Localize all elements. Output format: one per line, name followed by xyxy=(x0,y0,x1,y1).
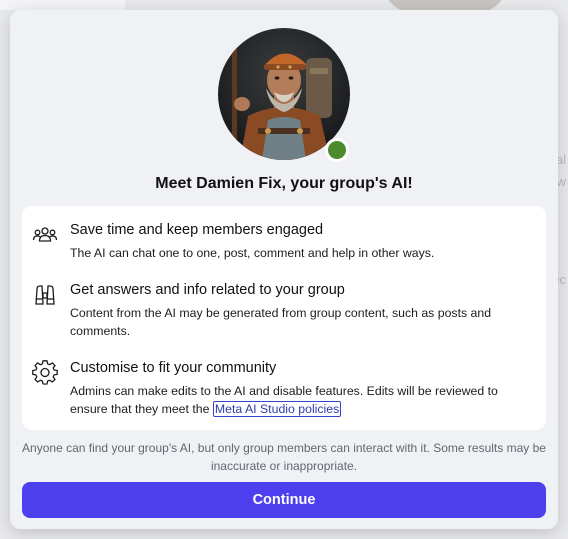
dialog-title: Meet Damien Fix, your group's AI! xyxy=(155,175,413,192)
feature-title: Get answers and info related to your gro… xyxy=(70,282,345,298)
gear-icon xyxy=(32,360,58,386)
feature-description: Content from the AI may be generated fro… xyxy=(70,306,492,338)
ai-avatar xyxy=(218,28,350,162)
online-status-dot xyxy=(325,138,349,162)
ai-intro-dialog: Meet Damien Fix, your group's AI! Save t… xyxy=(10,10,558,529)
binoculars-icon xyxy=(32,282,58,308)
meta-ai-studio-policies-link[interactable]: Meta AI Studio policies xyxy=(212,401,342,417)
feature-description: Admins can make edits to the AI and disa… xyxy=(70,382,530,418)
feature-title: Save time and keep members engaged xyxy=(70,222,324,238)
background-panel xyxy=(0,0,125,10)
features-card: Save time and keep members engaged The A… xyxy=(22,206,546,430)
feature-title: Customise to fit your community xyxy=(70,360,277,376)
continue-button[interactable]: Continue xyxy=(22,482,546,518)
background-text: w xyxy=(556,174,566,189)
disclaimer-text: Anyone can find your group's AI, but onl… xyxy=(22,441,546,473)
feature-description: The AI can chat one to one, post, commen… xyxy=(70,246,435,260)
people-group-icon xyxy=(32,222,58,248)
